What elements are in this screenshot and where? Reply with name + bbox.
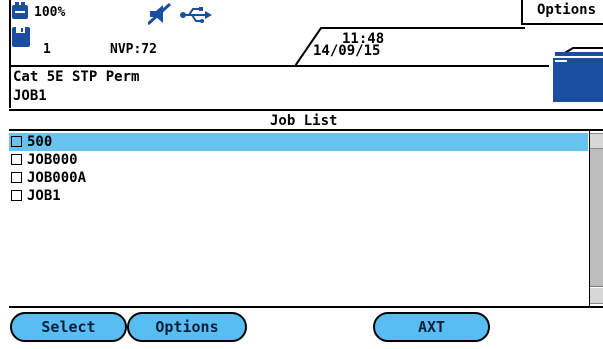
list-bottom-line [9,306,603,308]
axt-button[interactable]: AXT [373,312,490,342]
list-item[interactable]: JOB000 [9,151,588,169]
battery-icon [12,2,34,20]
mute-icon [146,2,172,26]
list-item[interactable]: JOB000A [9,169,588,187]
header-bottom-line [9,109,603,111]
job-label: JOB1 [27,188,61,204]
header-divider [9,65,549,67]
list-item[interactable]: 500 [9,133,588,151]
cable-type: Cat 5E STP Perm [13,69,140,85]
job-label: 500 [27,134,53,150]
floppy-icon [12,27,30,47]
options-button-label: Options [155,318,219,336]
options-tab[interactable]: Options [521,0,603,25]
date: 14/09/15 [313,43,381,59]
usb-icon [180,7,212,23]
job-count: 1 [43,42,51,57]
nvp-value: NVP:72 [110,42,157,57]
job-label: JOB000A [27,170,87,186]
list-item[interactable]: JOB1 [9,187,588,205]
checkbox[interactable] [11,136,22,147]
select-button[interactable]: Select [10,312,127,342]
job-label: JOB000 [27,152,78,168]
battery-level: 100% [34,5,66,20]
axt-button-label: AXT [417,318,446,336]
checkbox[interactable] [11,172,22,183]
options-button[interactable]: Options [127,312,247,342]
scroll-track[interactable] [590,149,603,287]
job-list-title: Job List [270,113,338,129]
current-job: JOB1 [13,88,47,104]
scroll-down-button[interactable] [590,288,603,304]
job-list: 500 JOB000 JOB000A JOB1 [9,131,588,306]
scroll-up-button[interactable] [590,133,603,149]
checkbox[interactable] [11,190,22,201]
options-tab-label: Options [537,2,597,18]
checkbox[interactable] [11,154,22,165]
select-button-label: Select [41,318,96,336]
folder-icon[interactable] [551,40,603,104]
